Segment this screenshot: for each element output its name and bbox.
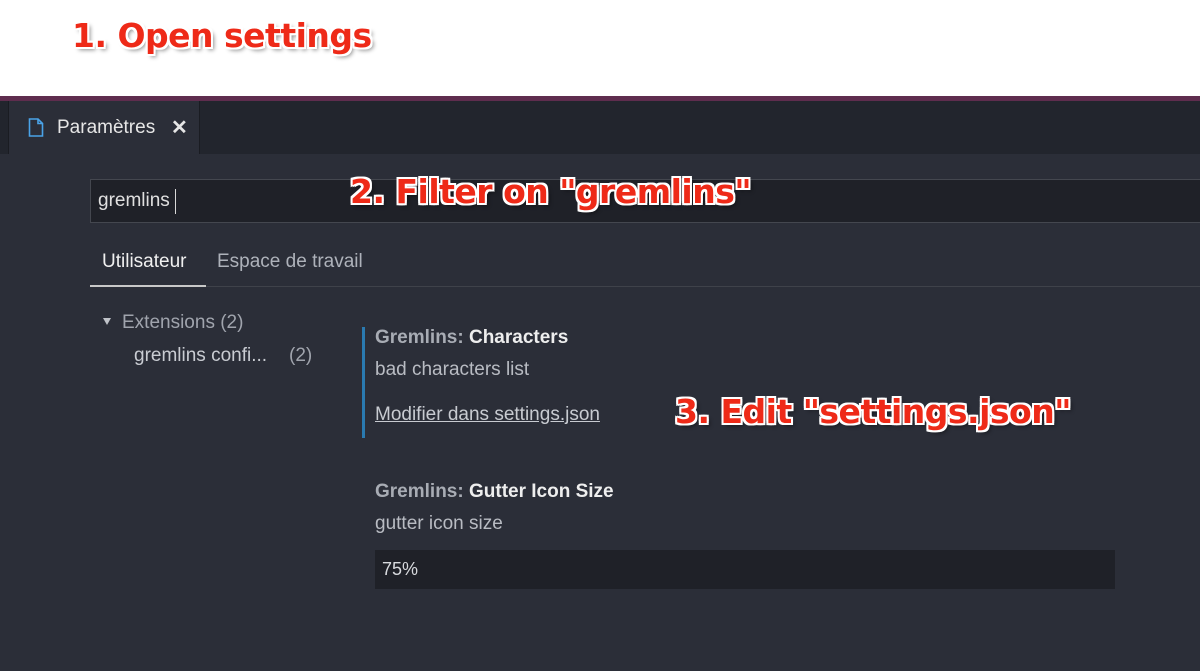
tab-label: Paramètres	[57, 117, 156, 138]
setting-title: Gremlins: Gutter Icon Size	[375, 481, 614, 503]
annotation-step-2: 2. Filter on "gremlins"	[350, 172, 752, 211]
tab-user[interactable]: Utilisateur	[102, 251, 186, 273]
triangle-down-icon[interactable]	[103, 318, 111, 325]
setting-name: Characters	[468, 327, 569, 348]
file-icon	[28, 118, 44, 137]
setting-category: Gremlins:	[375, 481, 469, 502]
setting-description: gutter icon size	[375, 513, 503, 534]
tree-item-gremlins-config[interactable]: gremlins confi...	[134, 345, 267, 367]
close-icon[interactable]: ✕	[171, 115, 188, 140]
annotation-step-1: 1. Open settings	[72, 16, 372, 55]
annotation-step-3: 3. Edit "settings.json"	[675, 392, 1071, 431]
text-caret	[175, 189, 176, 214]
tab-workspace[interactable]: Espace de travail	[217, 251, 363, 273]
setting-category: Gremlins:	[375, 327, 469, 348]
modified-indicator	[362, 327, 365, 438]
setting-name: Gutter Icon Size	[468, 481, 614, 502]
gutter-icon-size-input[interactable]	[375, 550, 1115, 589]
scope-tabs: Utilisateur Espace de travail	[90, 245, 1200, 287]
tree-item-extensions[interactable]: Extensions (2)	[122, 312, 243, 334]
edit-in-settings-json-link[interactable]: Modifier dans settings.json	[375, 404, 600, 426]
tree-item-count: (2)	[289, 345, 313, 366]
active-tab-underline	[90, 285, 206, 287]
tab-bar: Paramètres ✕	[0, 101, 1200, 154]
setting-description: bad characters list	[375, 359, 530, 380]
tab-settings[interactable]: Paramètres ✕	[8, 101, 200, 154]
setting-title: Gremlins: Characters	[375, 327, 568, 349]
